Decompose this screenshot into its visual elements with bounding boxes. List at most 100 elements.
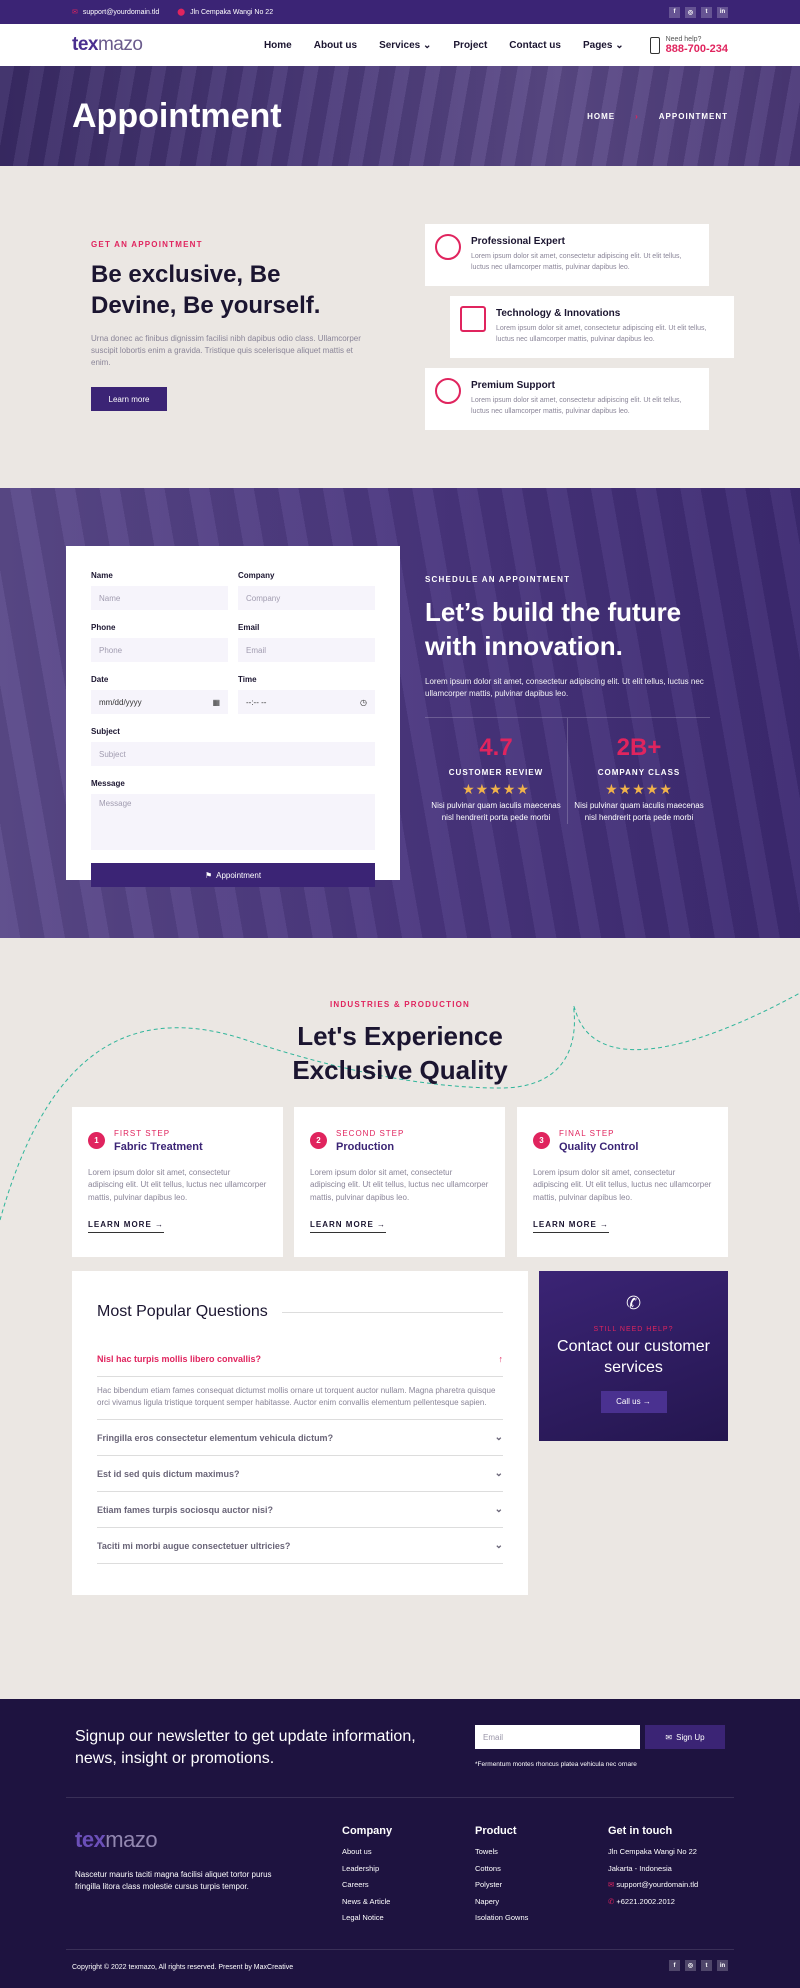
help-label: Need help? — [665, 35, 702, 43]
instagram-icon[interactable]: ◎ — [685, 6, 696, 18]
faq-title: Most Popular Questions — [97, 1303, 503, 1321]
schedule-block: SCHEDULE AN APPOINTMENT Let’s build the … — [425, 575, 710, 825]
email-input[interactable]: Email — [238, 638, 375, 662]
intro-text: Urna donec ac finibus dignissim facilisi… — [91, 334, 361, 368]
date-input[interactable]: mm/dd/yyyy ▦ — [91, 690, 228, 714]
footer-logo[interactable]: texmazo — [75, 1827, 158, 1853]
breadcrumb-home[interactable]: HOME — [587, 112, 615, 121]
step-text: Lorem ipsum dolor sit amet, consectetur … — [310, 1168, 489, 1202]
step-card: 3 FINAL STEP Quality Control Lorem ipsum d… — [517, 1107, 728, 1257]
learn-more-link[interactable]: LEARN MORE → — [533, 1220, 609, 1234]
star-rating-icon: ★★★★★ — [462, 781, 530, 798]
call-us-button[interactable]: Call us → — [600, 1390, 667, 1413]
schedule-kicker: SCHEDULE AN APPOINTMENT — [425, 575, 571, 584]
learn-more-link[interactable]: LEARN MORE → — [310, 1220, 386, 1234]
company-label: Company — [238, 571, 275, 580]
mail-icon: ✉ — [665, 1732, 673, 1742]
learn-more-button[interactable]: Learn more — [91, 387, 167, 412]
star-rating-icon: ★★★★★ — [605, 781, 673, 798]
faq-question[interactable]: Taciti mi morbi augue consectetuer ultri… — [97, 1528, 503, 1564]
feature-title: Premium Support — [471, 380, 555, 391]
step-text: Lorem ipsum dolor sit amet, consectetur … — [533, 1168, 712, 1202]
breadcrumb-separator-icon: › — [635, 111, 639, 121]
topbar-email[interactable]: support@yourdomain.tld — [83, 9, 159, 16]
help-phone[interactable]: 888-700-234 — [666, 43, 728, 55]
copyright: Copyright © 2022 texmazo, All rights res… — [72, 1964, 294, 1971]
footer-link[interactable]: News & Article — [342, 1897, 392, 1906]
intro-section: GET AN APPOINTMENT Be exclusive, Be Devi… — [0, 166, 800, 488]
user-icon — [435, 234, 461, 260]
time-input[interactable]: --:-- -- ◷ — [238, 690, 375, 714]
newsletter-email-input[interactable]: Email — [475, 1725, 640, 1749]
bookmark-icon: ⚑ — [204, 870, 213, 880]
stat-company: 2B+ COMPANY CLASS ★★★★★ Nisi pulvinar qu… — [567, 718, 710, 825]
signup-button[interactable]: ✉ Sign Up — [645, 1725, 725, 1749]
step-kicker: FIRST STEP — [114, 1129, 171, 1138]
footer-email[interactable]: ✉ support@yourdomain.tld — [608, 1880, 698, 1889]
contact-kicker: STILL NEED HELP? — [593, 1326, 674, 1333]
step-kicker: FINAL STEP — [559, 1129, 615, 1138]
calendar-icon[interactable]: ▦ — [212, 698, 220, 707]
clock-icon[interactable]: ◷ — [360, 698, 367, 707]
step-title: Quality Control — [559, 1141, 639, 1153]
footer-link[interactable]: Careers — [342, 1880, 392, 1889]
footer-phone[interactable]: ✆ +6221.2002.2012 — [608, 1897, 698, 1906]
message-textarea[interactable]: Message — [91, 794, 375, 850]
step-card: 1 FIRST STEP Fabric Treatment Lorem ipsum … — [72, 1107, 283, 1257]
footer-link[interactable]: Polyster — [475, 1880, 528, 1889]
linkedin-icon[interactable]: in — [717, 6, 728, 18]
footer-address: Jln Cempaka Wangi No 22 — [608, 1847, 697, 1856]
linkedin-icon[interactable]: in — [717, 1960, 728, 1971]
nav-about[interactable]: About us — [314, 40, 357, 51]
faq-question-open[interactable]: Nisl hac turpis mollis libero convallis?… — [97, 1341, 503, 1377]
nav-services[interactable]: Services — [379, 40, 431, 51]
help-block[interactable]: Need help? 888-700-234 — [649, 35, 728, 55]
footer-link[interactable]: Isolation Gowns — [475, 1913, 528, 1922]
stat-label: COMPANY CLASS — [597, 768, 681, 778]
step-title: Fabric Treatment — [114, 1141, 203, 1153]
nav-contact[interactable]: Contact us — [509, 40, 561, 51]
process-title: Let's Experience Exclusive Quality — [292, 1021, 508, 1085]
nav-home[interactable]: Home — [264, 40, 292, 51]
page-hero: Appointment HOME › APPOINTMENT — [0, 66, 800, 166]
intro-kicker: GET AN APPOINTMENT — [91, 240, 203, 249]
faq-question[interactable]: Fringilla eros consectetur elementum veh… — [97, 1420, 503, 1456]
instagram-icon[interactable]: ◎ — [685, 1960, 696, 1971]
logo[interactable]: texmazo — [72, 34, 143, 56]
footer-link[interactable]: Cottons — [475, 1864, 528, 1873]
appointment-submit-button[interactable]: ⚑ Appointment — [91, 863, 375, 887]
schedule-title: Let’s build the future with innovation. — [425, 597, 682, 661]
nav-project[interactable]: Project — [453, 40, 487, 51]
footer-city: Jakarta - Indonesia — [608, 1863, 672, 1873]
facebook-icon[interactable]: f — [669, 1960, 680, 1971]
faq-question[interactable]: Etiam fames turpis sociosqu auctor nisi?… — [97, 1492, 503, 1528]
footer-link[interactable]: Leadership — [342, 1864, 392, 1873]
page-title: Appointment — [72, 96, 282, 135]
phone-icon — [649, 36, 660, 54]
footer-link[interactable]: About us — [342, 1847, 392, 1856]
feature-card: Premium Support Lorem ipsum dolor sit ame… — [425, 368, 709, 430]
footer-link[interactable]: Legal Notice — [342, 1913, 392, 1922]
footer-link[interactable]: Towels — [475, 1847, 528, 1856]
twitter-icon[interactable]: t — [701, 1960, 712, 1971]
faq-question[interactable]: Est id sed quis dictum maximus? ⌄ — [97, 1456, 503, 1492]
footer-contact-column: Get in touch Jln Cempaka Wangi No 22 Jak… — [608, 1825, 698, 1913]
nav-pages[interactable]: Pages — [583, 40, 624, 51]
contact-card: ✆ STILL NEED HELP? Contact our customer … — [539, 1271, 728, 1441]
name-input[interactable]: Name — [91, 586, 228, 610]
twitter-icon[interactable]: t — [701, 6, 712, 18]
location-pin-icon: ⬤ — [177, 9, 186, 16]
newsletter-note: *Fermentum montes rhoncus platea vehicul… — [475, 1761, 637, 1768]
message-label: Message — [91, 779, 125, 788]
time-value: --:-- -- — [246, 697, 267, 707]
company-input[interactable]: Company — [238, 586, 375, 610]
divider — [66, 1797, 734, 1798]
feature-text: Lorem ipsum dolor sit amet, consectetur … — [471, 397, 682, 415]
main-nav: texmazo Home About us Services Project C… — [0, 24, 800, 66]
subject-input[interactable]: Subject — [91, 742, 375, 766]
facebook-icon[interactable]: f — [669, 6, 680, 18]
feature-card: Technology & Innovations Lorem ipsum dolo… — [450, 296, 734, 358]
footer-link[interactable]: Napery — [475, 1897, 528, 1906]
learn-more-link[interactable]: LEARN MORE → — [88, 1220, 164, 1234]
phone-input[interactable]: Phone — [91, 638, 228, 662]
